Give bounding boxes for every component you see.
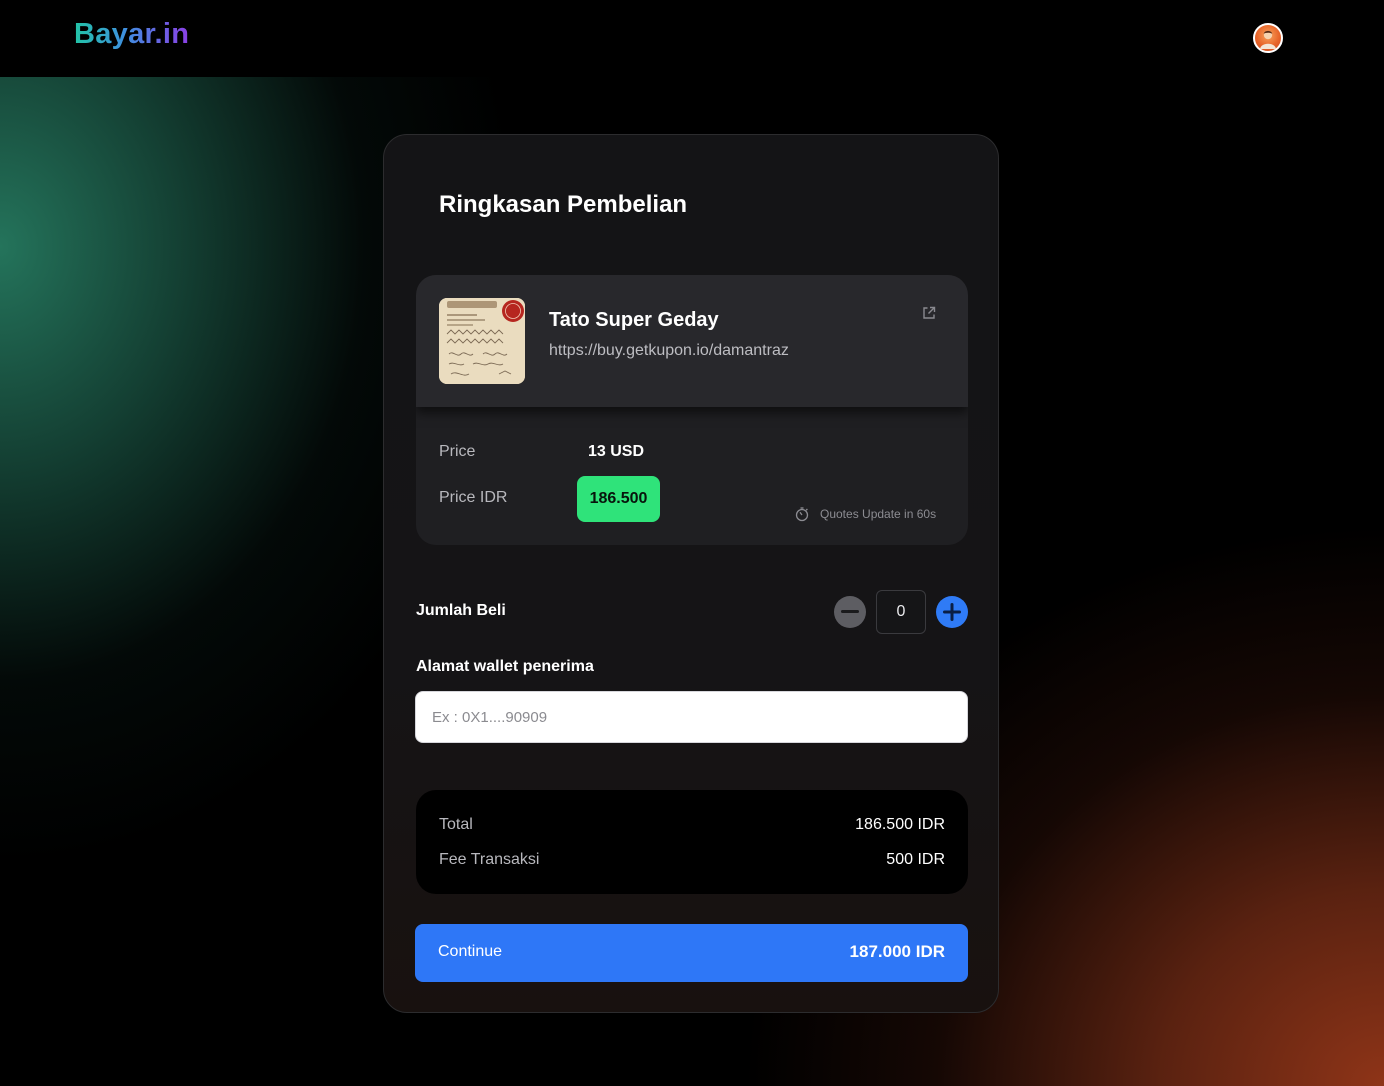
top-navigation-bar: Bayar.in xyxy=(0,0,1384,77)
quantity-decrease-button[interactable] xyxy=(834,596,866,628)
total-value: 186.500 IDR xyxy=(855,816,945,833)
quantity-increase-button[interactable] xyxy=(936,596,968,628)
minus-icon xyxy=(841,610,859,613)
total-label: Total xyxy=(439,816,473,833)
wallet-address-input[interactable] xyxy=(415,691,968,743)
payment-summary: Total 186.500 IDR Fee Transaksi 500 IDR xyxy=(416,790,968,894)
price-value: 13 USD xyxy=(588,443,645,460)
price-label: Price xyxy=(439,443,476,460)
quotes-update: Quotes Update in 60s xyxy=(794,505,936,523)
continue-button[interactable]: Continue 187.000 IDR xyxy=(415,924,968,982)
stopwatch-icon xyxy=(795,507,809,522)
product-url[interactable]: https://buy.getkupon.io/damantraz xyxy=(549,342,789,360)
product-thumbnail-image xyxy=(439,298,525,384)
continue-label: Continue xyxy=(438,943,503,960)
product-thumbnail xyxy=(439,298,525,384)
quantity-value[interactable]: 0 xyxy=(876,590,926,634)
avatar-icon xyxy=(1260,30,1276,49)
product-name: Tato Super Geday xyxy=(549,309,719,331)
fee-value: 500 IDR xyxy=(886,851,945,868)
quotes-update-text: Quotes Update in 60s xyxy=(820,507,937,521)
purchase-summary-card: Ringkasan Pembelian Tato Super Geday htt… xyxy=(383,134,999,1013)
quantity-label: Jumlah Beli xyxy=(416,602,506,619)
product-box: Tato Super Geday https://buy.getkupon.io… xyxy=(416,275,968,545)
product-header: Tato Super Geday https://buy.getkupon.io… xyxy=(416,275,968,407)
external-link-icon[interactable] xyxy=(921,305,937,321)
wallet-address-label: Alamat wallet penerima xyxy=(416,658,594,675)
plus-icon xyxy=(943,603,961,621)
fee-label: Fee Transaksi xyxy=(439,851,540,868)
price-idr-label: Price IDR xyxy=(439,489,508,506)
price-idr-badge: 186.500 xyxy=(577,476,660,522)
user-avatar[interactable] xyxy=(1253,23,1283,53)
continue-amount: 187.000 IDR xyxy=(849,942,945,961)
app-logo[interactable]: Bayar.in xyxy=(74,18,189,51)
card-title: Ringkasan Pembelian xyxy=(439,191,688,218)
